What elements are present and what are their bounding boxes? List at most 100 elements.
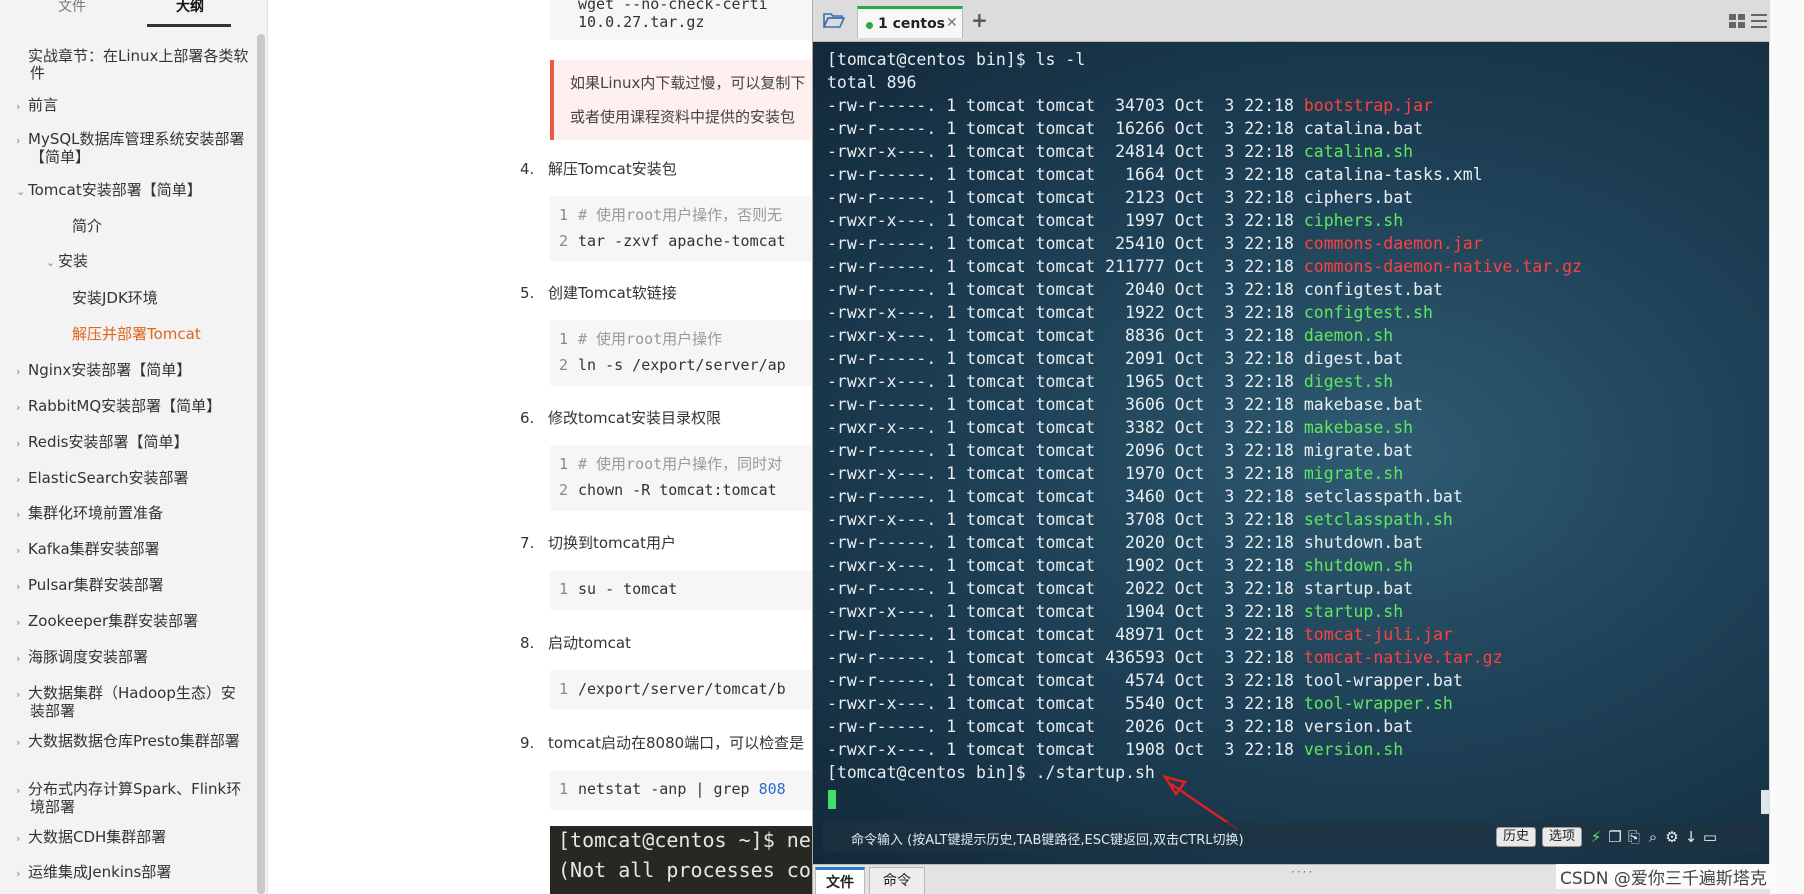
- sidebar-item[interactable]: › Zookeeper集群安装部署: [16, 612, 250, 631]
- download-icon[interactable]: ↓: [1683, 828, 1699, 846]
- layout-grid-icon[interactable]: [1729, 14, 1745, 28]
- menu-icon[interactable]: [1751, 14, 1767, 28]
- sidebar-item[interactable]: › RabbitMQ安装部署【简单】: [16, 397, 250, 416]
- chevron-right-icon[interactable]: ›: [16, 830, 28, 847]
- chevron-right-icon[interactable]: ›: [16, 650, 28, 667]
- output-line: [tomcat@centos ~]$ net: [558, 828, 823, 852]
- code-comment: # 使用root用户操作: [578, 330, 723, 348]
- sidebar-item[interactable]: ⌄ 安装: [46, 252, 250, 271]
- code-line: 1 # 使用root用户操作: [550, 327, 820, 351]
- chevron-right-icon[interactable]: ›: [16, 132, 28, 149]
- code-text: chown -R tomcat:tomcat: [578, 481, 777, 499]
- tip-line: 如果Linux内下载过慢，可以复制下: [570, 74, 806, 92]
- chevron-right-icon[interactable]: ›: [16, 506, 28, 523]
- sidebar-item[interactable]: › Redis安装部署【简单】: [16, 434, 250, 452]
- chevron-right-icon[interactable]: ›: [16, 578, 28, 595]
- sidebar-item[interactable]: › MySQL数据库管理系统安装部署【简单】: [16, 131, 250, 166]
- sidebar-item[interactable]: › Pulsar集群安装部署: [16, 577, 250, 595]
- chevron-right-icon[interactable]: ›: [16, 98, 28, 115]
- step-number: 6.: [520, 409, 535, 427]
- chevron-down-icon[interactable]: ⌄: [46, 254, 58, 271]
- sidebar-item[interactable]: ⌄ Tomcat安装部署【简单】: [16, 182, 250, 200]
- sidebar-item[interactable]: › 大数据CDH集群部署: [16, 829, 250, 847]
- terminal-scrollbar[interactable]: [1761, 790, 1769, 814]
- sidebar-item-label: 实战章节：在Linux上部署各类软件: [28, 47, 249, 82]
- close-icon[interactable]: ✕: [946, 15, 958, 31]
- session-tab-centos[interactable]: 1 centos ✕: [857, 6, 963, 38]
- code-comment: # 使用root用户操作，否则无: [578, 206, 783, 224]
- outline-sidebar: 文件 大纲 实战章节：在Linux上部署各类软件 › 前言 › MySQL数据库管理系统…: [0, 0, 268, 894]
- sidebar-item-label: 运维集成Jenkins部署: [28, 863, 172, 881]
- sidebar-item[interactable]: 实战章节：在Linux上部署各类软件: [28, 47, 250, 82]
- search-icon[interactable]: ⌕: [1645, 828, 1661, 846]
- folder-open-icon[interactable]: [823, 12, 845, 28]
- sidebar-item[interactable]: 解压并部署Tomcat: [72, 326, 250, 343]
- sidebar-item[interactable]: › 运维集成Jenkins部署: [16, 863, 250, 882]
- tab-file-panel[interactable]: 文件: [815, 867, 865, 894]
- sidebar-item[interactable]: › 前言: [16, 97, 250, 115]
- sidebar-item[interactable]: › 大数据数据仓库Presto集群部署: [16, 732, 250, 751]
- step-title: 解压Tomcat安装包: [548, 160, 677, 178]
- maximize-icon[interactable]: ▭: [1702, 828, 1718, 846]
- sidebar-item-label: Nginx安装部署【简单】: [28, 361, 192, 379]
- chevron-right-icon[interactable]: ›: [16, 399, 28, 416]
- options-button[interactable]: 选项: [1542, 827, 1582, 847]
- tab-command-panel[interactable]: 命令: [869, 867, 925, 894]
- line-number: 1: [558, 330, 568, 348]
- code-block: 1 # 使用root用户操作，同时对 2 chown -R tomcat:tomcat: [550, 445, 820, 511]
- sidebar-item-label: 简介: [72, 217, 103, 235]
- sidebar-item-label: RabbitMQ安装部署【简单】: [28, 397, 222, 415]
- code-text: /export/server/tomcat/b: [578, 680, 786, 698]
- chevron-right-icon[interactable]: ›: [16, 865, 28, 882]
- sidebar-item[interactable]: 简介: [72, 217, 250, 235]
- paste-icon[interactable]: ⎘: [1626, 828, 1642, 846]
- sidebar-item-label: 安装: [58, 252, 89, 270]
- sidebar-item[interactable]: › 海豚调度安装部署: [16, 649, 250, 667]
- sidebar-scrollbar[interactable]: [257, 34, 265, 894]
- terminal-output-block: [tomcat@centos ~]$ net (Not all processe…: [550, 826, 823, 894]
- line-number: 1: [558, 206, 568, 224]
- line-number: 1: [558, 580, 568, 598]
- chevron-right-icon[interactable]: ›: [16, 614, 28, 631]
- lightning-icon[interactable]: ⚡: [1588, 828, 1604, 846]
- tab-outline[interactable]: 大纲: [150, 0, 230, 26]
- step-heading: 7. 切换到tomcat用户: [520, 532, 676, 553]
- sidebar-item[interactable]: › 集群化环境前置准备: [16, 505, 250, 523]
- chevron-right-icon[interactable]: ›: [16, 734, 28, 751]
- add-tab-icon[interactable]: +: [971, 8, 988, 32]
- chevron-right-icon[interactable]: ›: [16, 471, 28, 488]
- sidebar-item[interactable]: › Kafka集群安装部署: [16, 540, 250, 559]
- chevron-right-icon[interactable]: ›: [16, 542, 28, 559]
- chevron-down-icon[interactable]: ⌄: [16, 183, 28, 200]
- chevron-right-icon[interactable]: ›: [16, 363, 28, 380]
- sidebar-item-label: 大数据数据仓库Presto集群部署: [28, 732, 240, 750]
- chevron-right-icon[interactable]: ›: [16, 435, 28, 452]
- ssh-terminal-window: 1 centos ✕ + [tomcat@centos bin]$ ls -l …: [812, 0, 1770, 894]
- history-button[interactable]: 历史: [1496, 827, 1536, 847]
- code-line: 1/export/server/tomcat/b: [550, 677, 820, 701]
- sidebar-item[interactable]: › ElasticSearch安装部署: [16, 470, 250, 488]
- code-block: 1 # 使用root用户操作，否则无 2 tar -zxvf apache-tomca…: [550, 196, 820, 262]
- command-input-bar[interactable]: 命令输入 (按ALT键提示历史,TAB键路径,ESC键返回,双击CTRL切换) …: [823, 822, 1760, 852]
- annotation-arrow: [1162, 775, 1238, 831]
- sidebar-item[interactable]: › 大数据集群（Hadoop生态）安装部署: [16, 685, 250, 720]
- drag-handle[interactable]: ····: [1291, 865, 1314, 879]
- line-number: 1: [558, 455, 568, 473]
- session-tab-label: 1 centos: [878, 16, 946, 32]
- chevron-right-icon[interactable]: ›: [16, 782, 28, 799]
- tab-files[interactable]: 文件: [32, 0, 112, 26]
- terminal-screen[interactable]: [tomcat@centos bin]$ ls -l total 896 -rw…: [813, 42, 1770, 864]
- code-line: 1 netstat -anp | grep 808: [550, 777, 820, 801]
- code-line: 10.0.27.tar.gz: [578, 13, 705, 31]
- copy-icon[interactable]: ❐: [1607, 828, 1623, 846]
- sidebar-item-label: Zookeeper集群安装部署: [28, 612, 199, 630]
- code-block: 1 netstat -anp | grep 808: [550, 770, 820, 810]
- sidebar-item[interactable]: › 分布式内存计算Spark、Flink环境部署: [16, 781, 250, 816]
- sidebar-item-label: Kafka集群安装部署: [28, 540, 160, 558]
- chevron-right-icon[interactable]: ›: [16, 686, 28, 703]
- sidebar-item[interactable]: › Nginx安装部署【简单】: [16, 361, 250, 380]
- line-number: 2: [558, 481, 568, 499]
- code-block: 1/export/server/tomcat/b: [550, 670, 820, 710]
- gear-icon[interactable]: ⚙: [1664, 828, 1680, 846]
- sidebar-item[interactable]: 安装JDK环境: [72, 290, 250, 307]
